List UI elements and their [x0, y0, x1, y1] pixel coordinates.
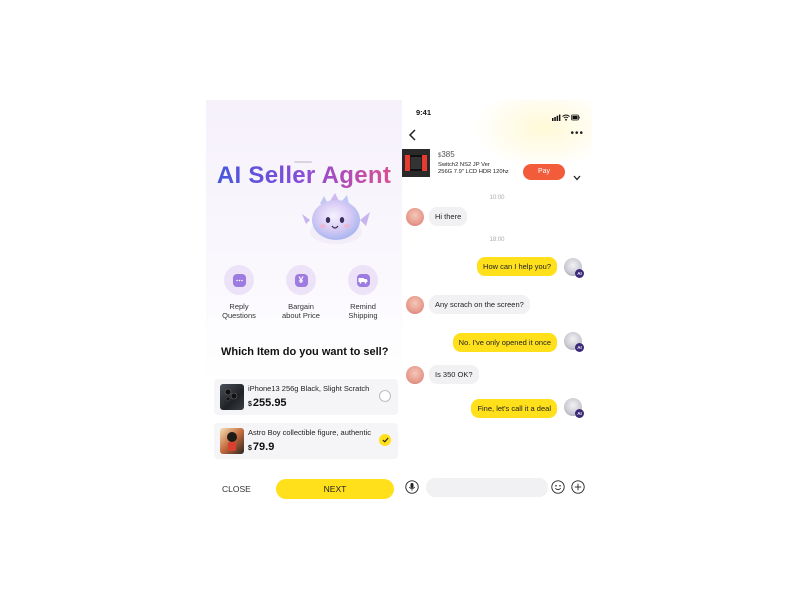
chevron-down-icon[interactable] [573, 168, 581, 186]
status-icons [552, 108, 580, 126]
back-icon[interactable] [408, 128, 418, 146]
buyer-avatar[interactable] [406, 366, 424, 384]
more-options-icon[interactable]: ••• [570, 128, 584, 139]
feature-remind-shipping[interactable]: Remind Shipping [333, 265, 393, 320]
seller-agent-sheet: AI Seller Agent Reply Questions ¥ Bargai… [206, 100, 402, 502]
feature-bargain-price[interactable]: ¥ Bargain about Price [271, 265, 331, 320]
next-button[interactable]: NEXT [276, 479, 394, 499]
message-bubble-outgoing: No. I've only opened it once [452, 333, 557, 352]
mascot-illustration [296, 192, 376, 257]
item-price: $79.9 [248, 441, 275, 453]
feature-list: Reply Questions ¥ Bargain about Price Re… [206, 265, 402, 325]
chat-icon [224, 265, 254, 295]
message-timestamp: 18:00 [489, 237, 505, 243]
item-question: Which Item do you want to sell? [221, 346, 389, 358]
feature-reply-questions[interactable]: Reply Questions [209, 265, 269, 320]
message-bubble-incoming: Any scrach on the screen? [429, 295, 530, 314]
item-price: $255.95 [248, 397, 287, 409]
buyer-avatar[interactable] [406, 208, 424, 226]
feature-label: Remind Shipping [348, 302, 378, 320]
truck-icon [348, 265, 378, 295]
message-bubble-incoming: Is 350 OK? [429, 365, 479, 384]
product-thumbnail [402, 149, 430, 177]
message-input[interactable] [426, 478, 548, 497]
yen-icon: ¥ [286, 265, 316, 295]
feature-label: Bargain about Price [282, 302, 320, 320]
wifi-icon [562, 114, 570, 121]
emoji-icon[interactable] [551, 480, 565, 499]
feature-label: Reply Questions [222, 302, 256, 320]
battery-icon [571, 114, 580, 121]
message-bubble-outgoing: Fine, let's call it a deal [471, 399, 557, 418]
message-timestamp: 10:00 [489, 195, 505, 201]
item-thumbnail [220, 384, 244, 410]
ai-agent-avatar[interactable]: AI [564, 398, 584, 418]
sheet-title: AI Seller Agent [206, 162, 402, 190]
pay-button[interactable]: Pay [523, 164, 565, 180]
app-showcase: AI Seller Agent Reply Questions ¥ Bargai… [0, 0, 800, 600]
list-item[interactable]: Astro Boy collectible figure, authentic … [214, 423, 398, 459]
chat-screen: 9:41 ••• $385 Switch2 NS2 JP Ver 256G 7.… [402, 100, 592, 502]
item-select-radio[interactable] [379, 390, 391, 402]
message-composer [402, 476, 592, 500]
microphone-icon[interactable] [405, 480, 419, 499]
message-bubble-incoming: Hi there [429, 207, 468, 226]
status-time: 9:41 [416, 108, 432, 117]
item-select-radio[interactable] [379, 434, 391, 446]
product-price: $385 [438, 150, 455, 159]
list-item[interactable]: iPhone13 256g Black, Slight Scratch $255… [214, 379, 398, 415]
item-name: Astro Boy collectible figure, authentic [248, 428, 371, 437]
signal-icon [552, 114, 561, 121]
message-bubble-outgoing: How can I help you? [477, 257, 557, 276]
item-thumbnail [220, 428, 244, 454]
product-title: Switch2 NS2 JP Ver 256G 7.9" LCD HDR 120… [438, 162, 509, 175]
ai-agent-avatar[interactable]: AI [564, 258, 584, 278]
ai-agent-avatar[interactable]: AI [564, 332, 584, 352]
buyer-avatar[interactable] [406, 296, 424, 314]
check-icon [381, 437, 389, 443]
item-name: iPhone13 256g Black, Slight Scratch [248, 384, 370, 393]
add-attachment-icon[interactable] [571, 480, 585, 499]
close-button[interactable]: CLOSE [222, 484, 251, 494]
